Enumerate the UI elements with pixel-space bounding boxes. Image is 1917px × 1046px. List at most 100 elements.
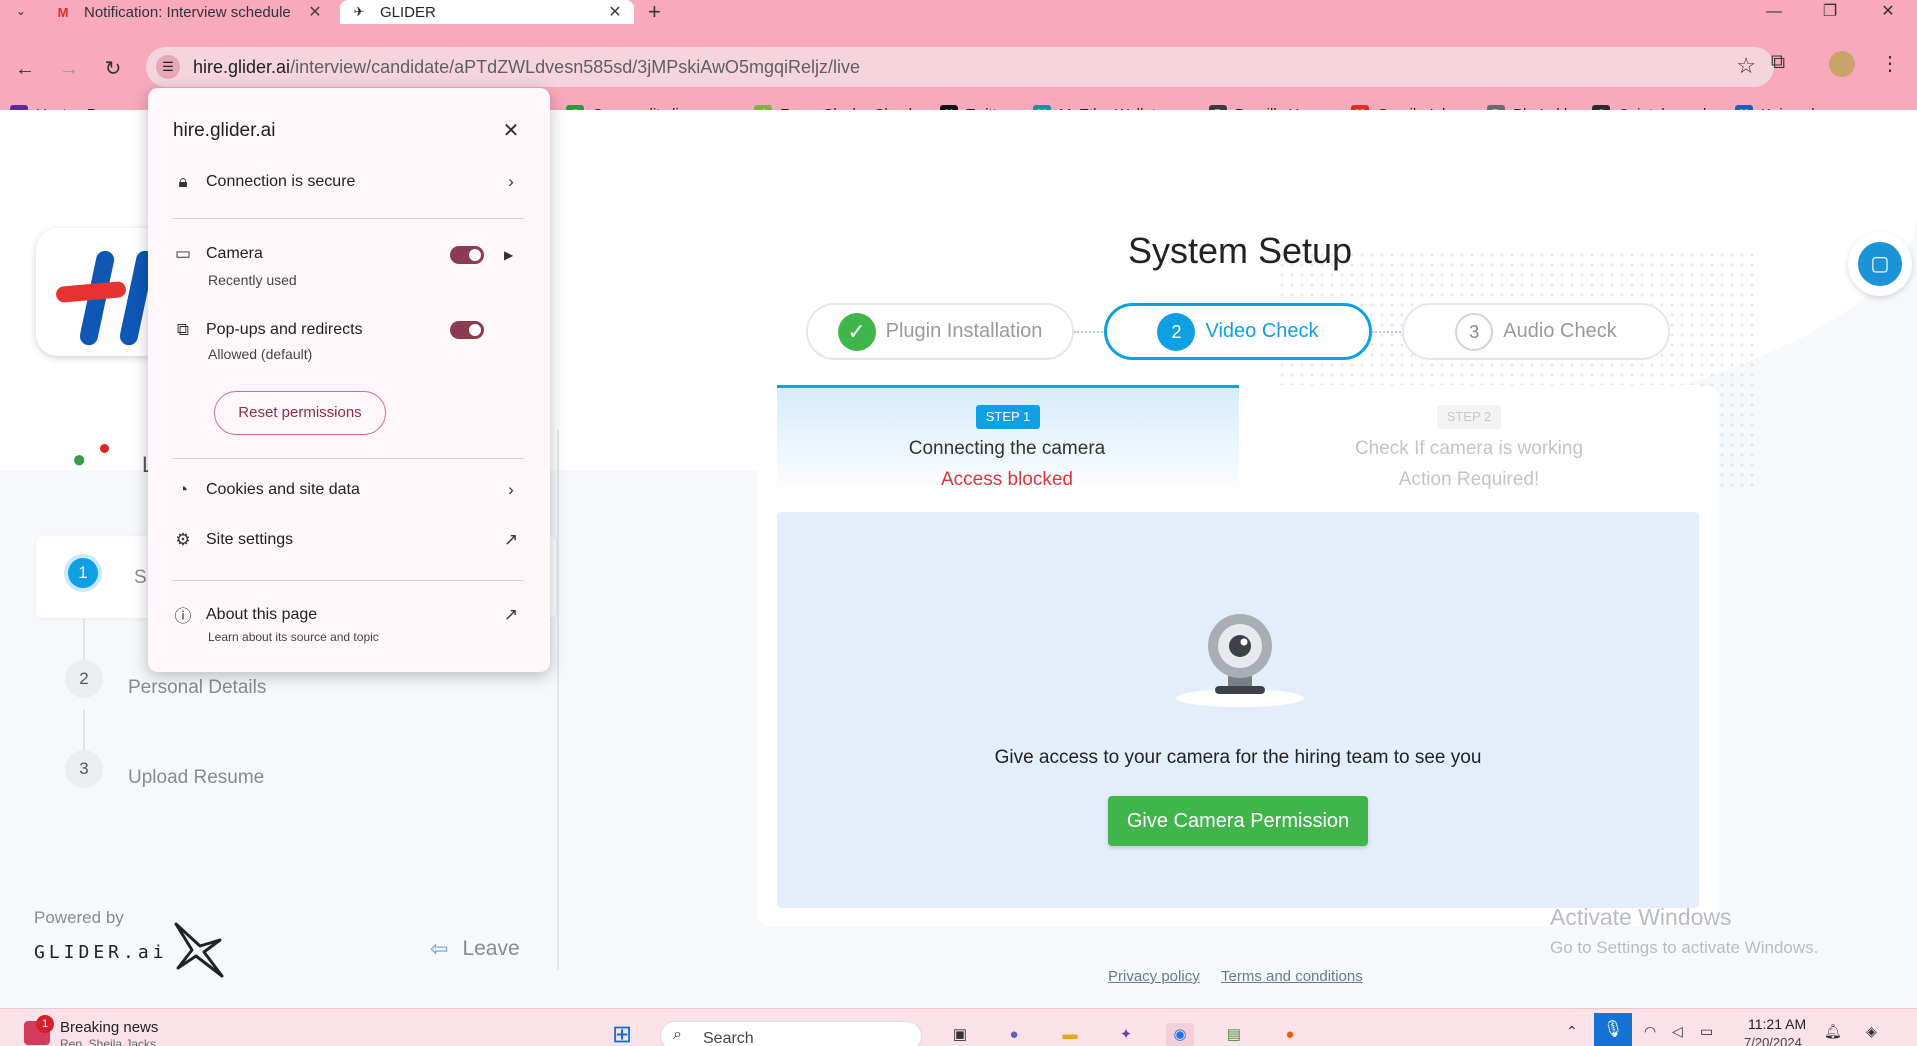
divider <box>172 580 524 581</box>
battery-icon[interactable]: ▭ <box>1700 1023 1713 1040</box>
privacy-policy-link[interactable]: Privacy policy <box>1108 968 1200 985</box>
camera-sub: Recently used <box>208 272 297 288</box>
divider <box>172 458 524 459</box>
site-info-icon[interactable]: ☰ <box>156 55 180 79</box>
glider-brand-wordmark: GLIDER.ai <box>34 942 168 963</box>
glider-logo <box>36 228 166 356</box>
tab-glider[interactable]: ✈ GLIDER ✕ <box>340 0 634 24</box>
status-dot <box>100 444 109 453</box>
connection-secure-row[interactable]: 🔒︎ Connection is secure › <box>172 172 522 192</box>
wifi-icon[interactable]: ◠ <box>1644 1023 1656 1040</box>
progress-number: 3 <box>1455 312 1494 351</box>
camera-toggle[interactable] <box>450 246 484 264</box>
tab-gmail[interactable]: M Notification: Interview schedule ✕ <box>44 0 334 24</box>
notification-badge: 1 <box>36 1015 54 1033</box>
address-bar[interactable]: ☰ hire.glider.ai/interview/candidate/aPT… <box>146 47 1774 87</box>
app-icon[interactable]: ▤ <box>1220 1023 1248 1046</box>
progress-plugin-installation: ✓ Plugin Installation <box>806 303 1074 360</box>
progress-label: Video Check <box>1205 320 1319 342</box>
popup-host: hire.glider.ai <box>173 120 276 141</box>
clock-time[interactable]: 11:21 AM <box>1748 1016 1806 1032</box>
progress-number: 2 <box>1157 312 1196 351</box>
forward-button[interactable]: → <box>54 54 84 84</box>
reload-button[interactable]: ↻ <box>98 54 128 84</box>
chat-icon: ▢ <box>1858 242 1902 286</box>
progress-connector <box>1372 331 1404 333</box>
menu-kebab-icon[interactable]: ⋮ <box>1874 51 1906 76</box>
glider-plane-icon <box>174 922 224 978</box>
chevron-right-icon: › <box>508 480 514 499</box>
file-explorer-icon[interactable]: ▬ <box>1056 1023 1084 1046</box>
sidebar-step-number: 3 <box>65 750 103 788</box>
step2-status: Action Required! <box>1398 469 1540 490</box>
popups-sub: Allowed (default) <box>208 346 313 362</box>
windows-start-icon[interactable]: ⊞ <box>608 1023 636 1046</box>
step2-badge: STEP 2 <box>1437 405 1501 429</box>
tab-title: GLIDER <box>380 3 436 21</box>
app-icon[interactable]: ✦ <box>1112 1023 1140 1046</box>
external-window-icon: ⧉ <box>176 320 190 339</box>
news-title[interactable]: Breaking news <box>60 1019 158 1036</box>
bookmark-star-icon[interactable]: ☆ <box>1736 53 1756 79</box>
activate-windows-subtitle: Go to Settings to activate Windows. <box>1550 938 1819 957</box>
close-icon[interactable]: ✕ <box>500 118 522 143</box>
sidebar-step-label: S <box>134 567 147 588</box>
close-window-button[interactable]: ✕ <box>1868 0 1908 24</box>
check-icon: ✓ <box>837 312 876 351</box>
camera-instruction-text: Give access to your camera for the hirin… <box>994 747 1482 768</box>
tab-search-dropdown[interactable]: ⌄ <box>12 4 30 20</box>
progress-connector <box>1074 331 1106 333</box>
close-tab-icon[interactable]: ✕ <box>306 2 324 22</box>
about-sub: Learn about its source and topic <box>208 630 379 644</box>
profile-avatar[interactable] <box>1826 51 1858 83</box>
about-page-row[interactable]: ⓘ About this page ↗ <box>172 602 522 627</box>
step-connector <box>83 618 85 666</box>
terms-link[interactable]: Terms and conditions <box>1221 968 1363 985</box>
exit-icon: ⇦ <box>430 936 449 961</box>
divider <box>172 218 524 219</box>
cookies-row[interactable]: ◔ Cookies and site data › <box>172 480 522 500</box>
lock-icon: 🔒︎ <box>178 172 188 191</box>
teams-icon[interactable]: ● <box>1000 1023 1028 1046</box>
site-settings-row[interactable]: ⚙ Site settings ↗ <box>172 530 522 550</box>
step1-title: Connecting the camera <box>908 438 1106 459</box>
search-icon: ⌕ <box>673 1026 682 1043</box>
activate-windows-title: Activate Windows <box>1550 904 1732 930</box>
task-view-icon[interactable]: ▣ <box>946 1023 974 1046</box>
back-button[interactable]: ← <box>10 54 40 84</box>
caret-right-icon[interactable]: ▶ <box>504 248 513 262</box>
taskbar-search[interactable]: ⌕ Search <box>660 1021 922 1046</box>
gear-icon: ⚙ <box>175 530 191 549</box>
new-tab-button[interactable]: + <box>648 0 661 24</box>
chat-widget-button[interactable]: ▢ <box>1848 232 1912 296</box>
copilot-icon[interactable]: ◈ <box>1866 1023 1877 1040</box>
popups-toggle[interactable] <box>450 321 484 339</box>
extensions-icon[interactable]: ⧉ <box>1762 51 1794 74</box>
leave-button[interactable]: ⇦ Leave <box>430 936 520 962</box>
chrome-icon[interactable]: ◉ <box>1166 1023 1194 1046</box>
close-tab-icon[interactable]: ✕ <box>606 2 624 22</box>
page-title: System Setup <box>1127 230 1353 271</box>
clock-date[interactable]: 7/20/2024 <box>1744 1035 1802 1046</box>
microphone-icon[interactable]: 🎙︎ <box>1594 1013 1632 1046</box>
tray-expand-icon[interactable]: ⌃ <box>1566 1023 1578 1040</box>
give-camera-permission-button[interactable]: Give Camera Permission <box>1108 796 1368 846</box>
open-external-icon: ↗ <box>503 604 519 624</box>
firefox-icon[interactable]: ● <box>1276 1023 1304 1046</box>
sidebar-step-number: 2 <box>65 660 103 698</box>
volume-icon[interactable]: ◁ <box>1672 1023 1683 1040</box>
step2-title: Check If camera is working <box>1354 438 1584 459</box>
video-camera-icon: ▭ <box>174 244 192 263</box>
restore-button[interactable]: ❐ <box>1810 0 1850 24</box>
sidebar-step-personal-details[interactable]: Personal Details <box>128 677 266 699</box>
notification-bell-icon[interactable]: 🔔︎ <box>1824 1023 1842 1040</box>
minimize-button[interactable]: — <box>1754 0 1794 24</box>
sidebar-step-upload-resume[interactable]: Upload Resume <box>128 767 264 789</box>
leave-label: Leave <box>462 937 520 960</box>
glider-plane-icon: ✈ <box>353 4 365 19</box>
reset-permissions-button[interactable]: Reset permissions <box>214 391 386 435</box>
candidate-user-icon: ● <box>72 446 87 473</box>
tab-title: Notification: Interview schedule <box>84 3 291 21</box>
news-subtitle: Rep. Sheila Jacks... <box>60 1037 167 1046</box>
url-text[interactable]: hire.glider.ai/interview/candidate/aPTdZ… <box>193 57 860 78</box>
